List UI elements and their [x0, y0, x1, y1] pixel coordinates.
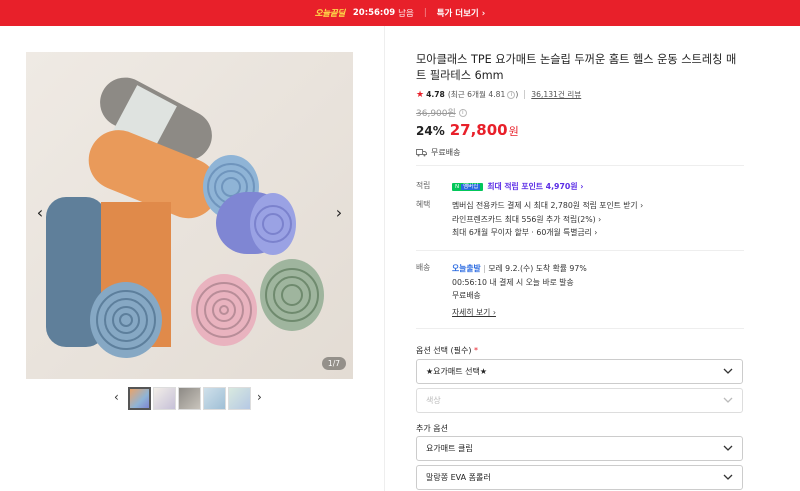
- product-image[interactable]: ‹ › 1/7: [26, 52, 353, 379]
- delivery-label: 배송: [416, 263, 431, 272]
- delivery-content: 오늘출발 | 모레 9.2.(수) 도착 확률 97% 00:56:10 내 결…: [452, 262, 744, 319]
- chevron-down-icon: [723, 368, 733, 374]
- thumbnail-1[interactable]: [128, 387, 151, 410]
- rating-divider: [524, 90, 526, 99]
- section-divider: [416, 250, 744, 251]
- rating-score: 4.78: [426, 90, 445, 99]
- color-option-select[interactable]: 색상: [416, 388, 743, 413]
- image-counter: 1/7: [321, 357, 346, 370]
- reviews-link[interactable]: 36,131건 리뷰: [531, 89, 581, 100]
- clip-option-value: 요가매트 클립: [426, 444, 473, 453]
- thumb-next-button[interactable]: ›: [257, 390, 262, 404]
- benefits-label: 혜택: [416, 200, 431, 209]
- discount-rate: 24%: [416, 124, 445, 138]
- benefit-membership-card[interactable]: 멤버십 전용카드 결제 시 최대 2,780원 적립 포인트 받기 ›: [452, 199, 744, 213]
- column-divider: [384, 26, 385, 491]
- required-mark: *: [474, 346, 479, 355]
- original-price: 36,900원: [416, 109, 456, 119]
- delivery-details-link[interactable]: 자세히 보기 ›: [452, 306, 744, 320]
- points-content[interactable]: N 멤버십 최대 적립 포인트 4,970원 ›: [452, 180, 744, 194]
- price-row: 24% 27,800 원: [416, 121, 744, 139]
- required-option-label: 옵션 선택 (필수) *: [416, 346, 479, 355]
- promo-separator: |: [423, 8, 427, 18]
- product-info: 모아클래스 TPE 요가매트 논슬립 두꺼운 홈트 헬스 운동 스트레칭 매트 …: [416, 52, 744, 158]
- today-ship-tag: 오늘출발: [452, 264, 481, 273]
- arrival-estimate: 모레 9.2.(수) 도착 확률 97%: [488, 264, 587, 273]
- thumbnail-4[interactable]: [203, 387, 226, 410]
- currency-unit: 원: [508, 125, 519, 138]
- chevron-down-icon: [723, 445, 733, 451]
- delivery-separator: |: [483, 264, 486, 273]
- thumbnail-2[interactable]: [153, 387, 176, 410]
- benefits-content: 멤버십 전용카드 결제 시 최대 2,780원 적립 포인트 받기 › 라인프렌…: [452, 199, 744, 240]
- thumb-prev-button[interactable]: ‹: [114, 390, 119, 404]
- cutoff-notice: 00:56:10 내 결제 시 오늘 바로 발송: [452, 277, 574, 287]
- chevron-down-icon: [723, 474, 733, 480]
- next-image-button[interactable]: ›: [331, 205, 347, 225]
- promo-bar[interactable]: 오늘끝딜 20:56:09 남음 | 특가 더보기 ›: [0, 0, 800, 26]
- max-points-link[interactable]: 최대 적립 포인트 4,970원 ›: [487, 182, 583, 191]
- prev-image-button[interactable]: ‹: [32, 205, 48, 225]
- color-option-value: 색상: [426, 396, 441, 405]
- yoga-mat-photo: [26, 52, 353, 379]
- sale-price: 27,800: [449, 121, 508, 139]
- benefit-line-friends-card[interactable]: 라인프렌즈카드 최대 556원 추가 적립(2%) ›: [452, 213, 744, 227]
- mat-option-select[interactable]: ★요가매트 선택★: [416, 359, 743, 384]
- deal-badge: 오늘끝딜: [314, 9, 345, 19]
- rating-row: ★ 4.78 (최근 6개월 4.81 i) 36,131건 리뷰: [416, 89, 744, 100]
- thumbnail-strip: [128, 387, 251, 410]
- info-icon[interactable]: i: [507, 90, 516, 99]
- points-row: 적립 N 멤버십 최대 적립 포인트 4,970원 ›: [416, 180, 744, 194]
- mat-option-value: ★요가매트 선택★: [426, 367, 488, 376]
- deal-timer-suffix: 남음: [398, 9, 414, 19]
- extra-option-label: 추가 옵션: [416, 424, 448, 433]
- section-divider: [416, 328, 744, 329]
- points-label: 적립: [416, 181, 431, 190]
- delivery-fee: 무료배송: [452, 291, 481, 300]
- thumbnail-5[interactable]: [228, 387, 251, 410]
- foam-roller-option-value: 말랑쫑 EVA 폼롤러: [426, 473, 491, 482]
- section-divider: [416, 165, 744, 166]
- original-price-row: 36,900원 i: [416, 100, 744, 119]
- delivery-row: 배송 오늘출발 | 모레 9.2.(수) 도착 확률 97% 00:56:10 …: [416, 262, 744, 320]
- npay-membership-badge: N 멤버십: [452, 183, 484, 191]
- chevron-down-icon: [723, 397, 733, 403]
- deal-timer: 20:56:09: [352, 8, 396, 18]
- shipping-text: 무료배송: [431, 148, 461, 157]
- truck-icon: [416, 148, 427, 156]
- benefits-row: 혜택 멤버십 전용카드 결제 시 최대 2,780원 적립 포인트 받기 › 라…: [416, 199, 744, 243]
- star-icon: ★: [416, 89, 425, 100]
- clip-option-select[interactable]: 요가매트 클립: [416, 436, 743, 461]
- thumbnail-3[interactable]: [178, 387, 201, 410]
- recent-rating-close: ): [515, 90, 519, 99]
- price-info-icon[interactable]: i: [458, 108, 467, 117]
- deal-more-link[interactable]: 특가 더보기 ›: [437, 7, 486, 19]
- shipping-row: 무료배송: [416, 147, 744, 158]
- product-title: 모아클래스 TPE 요가매트 논슬립 두꺼운 홈트 헬스 운동 스트레칭 매트 …: [416, 53, 737, 82]
- foam-roller-option-select[interactable]: 말랑쫑 EVA 폼롤러: [416, 465, 743, 490]
- benefit-installment[interactable]: 최대 6개월 무이자 할부 · 60개월 특별금리 ›: [452, 226, 744, 240]
- recent-rating: (최근 6개월 4.81: [447, 90, 506, 99]
